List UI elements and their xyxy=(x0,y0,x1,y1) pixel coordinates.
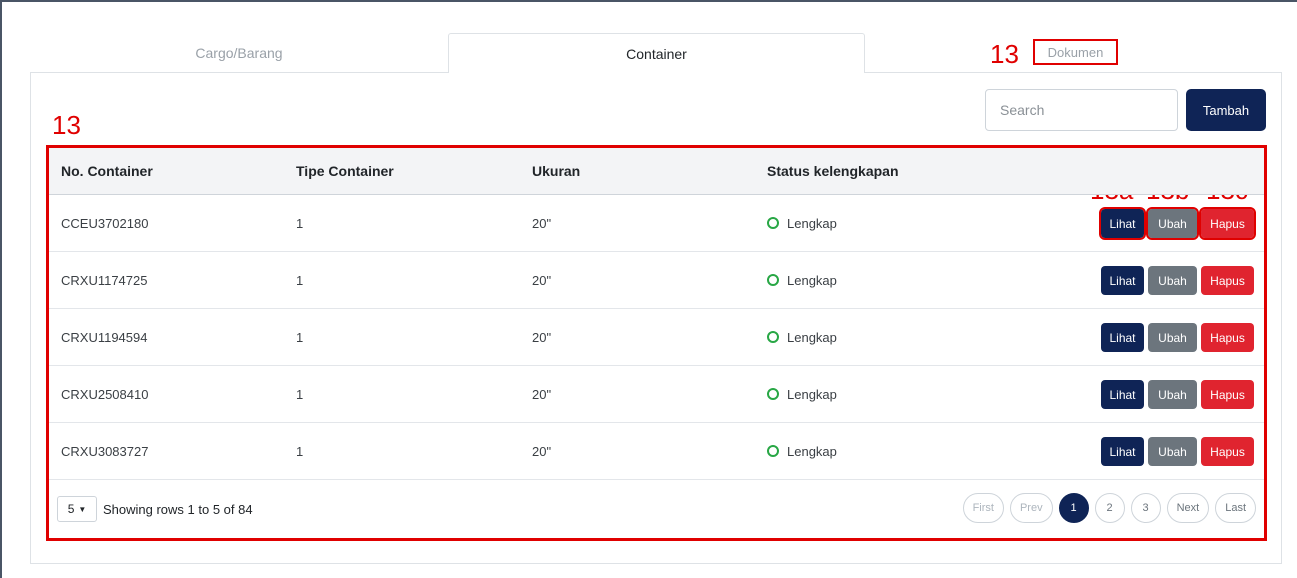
status-circle-icon xyxy=(767,331,779,343)
pagination-info: Showing rows 1 to 5 of 84 xyxy=(103,501,253,517)
edit-button[interactable]: Ubah xyxy=(1148,323,1197,352)
container-table: No. Container Tipe Container Ukuran Stat… xyxy=(46,145,1267,541)
container-size: 20" xyxy=(532,272,552,288)
pager-page-1[interactable]: 1 xyxy=(1058,493,1089,523)
tab-label: Cargo/Barang xyxy=(195,44,283,61)
status-text: Lengkap xyxy=(787,272,837,288)
page-size-select[interactable]: 5 ▼ xyxy=(57,496,97,522)
view-button[interactable]: Lihat xyxy=(1101,437,1144,466)
container-type: 1 xyxy=(296,329,304,345)
container-size: 20" xyxy=(532,329,552,345)
annotation-marker: 13 xyxy=(990,39,1019,69)
status-circle-icon xyxy=(767,274,779,286)
view-button[interactable]: Lihat xyxy=(1101,380,1144,409)
status-text: Lengkap xyxy=(787,443,837,459)
pager-next[interactable]: Next xyxy=(1166,493,1210,523)
container-number: CRXU3083727 xyxy=(61,443,149,459)
row-actions: Lihat Ubah Hapus xyxy=(1101,266,1254,295)
status-circle-icon xyxy=(767,445,779,457)
delete-button[interactable]: Hapus xyxy=(1201,437,1254,466)
status-cell: Lengkap xyxy=(767,309,837,365)
status-cell: Lengkap xyxy=(767,252,837,308)
table-row: CRXU1194594 1 20" Lengkap Lihat Ubah Hap… xyxy=(49,309,1264,366)
tab-dokumen-area: Dokumen xyxy=(865,33,1282,73)
container-type: 1 xyxy=(296,272,304,288)
container-number: CRXU1174725 xyxy=(61,272,148,288)
container-size: 20" xyxy=(532,215,552,231)
row-actions: Lihat Ubah Hapus xyxy=(1101,437,1254,466)
edit-button[interactable]: Ubah xyxy=(1148,266,1197,295)
container-number: CRXU2508410 xyxy=(61,386,149,402)
edit-button[interactable]: Ubah xyxy=(1148,380,1197,409)
status-circle-icon xyxy=(767,217,779,229)
caret-down-icon: ▼ xyxy=(78,504,87,514)
status-cell: Lengkap xyxy=(767,366,837,422)
container-type: 1 xyxy=(296,215,304,231)
container-type: 1 xyxy=(296,443,304,459)
tab-label: Dokumen xyxy=(1047,44,1104,60)
edit-button[interactable]: Ubah xyxy=(1146,207,1199,240)
status-cell: Lengkap xyxy=(767,423,837,479)
table-row: CRXU1174725 1 20" Lengkap Lihat Ubah Hap… xyxy=(49,252,1264,309)
container-number: CCEU3702180 xyxy=(61,215,149,231)
row-actions: Lihat Ubah Hapus xyxy=(1099,207,1256,240)
container-type: 1 xyxy=(296,386,304,402)
column-header[interactable]: No. Container xyxy=(61,148,153,194)
page-size-value: 5 xyxy=(67,502,75,516)
status-cell: Lengkap xyxy=(767,195,837,251)
row-actions: Lihat Ubah Hapus xyxy=(1101,380,1254,409)
delete-button[interactable]: Hapus xyxy=(1199,207,1256,240)
container-number: CRXU1194594 xyxy=(61,329,148,345)
pagination: First Prev 1 2 3 Next Last xyxy=(962,493,1256,523)
table-row: CRXU2508410 1 20" Lengkap Lihat Ubah Hap… xyxy=(49,366,1264,423)
tab-label: Container xyxy=(626,45,687,62)
table-header: No. Container Tipe Container Ukuran Stat… xyxy=(49,148,1264,195)
status-text: Lengkap xyxy=(787,329,837,345)
view-button[interactable]: Lihat xyxy=(1101,266,1144,295)
search-input[interactable] xyxy=(985,89,1178,131)
container-size: 20" xyxy=(532,386,552,402)
tab-cargo-barang[interactable]: Cargo/Barang xyxy=(30,33,448,73)
pager-last[interactable]: Last xyxy=(1215,493,1256,523)
status-circle-icon xyxy=(767,388,779,400)
container-size: 20" xyxy=(532,443,552,459)
add-button[interactable]: Tambah xyxy=(1186,89,1266,131)
delete-button[interactable]: Hapus xyxy=(1201,323,1254,352)
delete-button[interactable]: Hapus xyxy=(1201,266,1254,295)
table-row: CRXU3083727 1 20" Lengkap Lihat Ubah Hap… xyxy=(49,423,1264,480)
tab-dokumen[interactable]: Dokumen xyxy=(1033,39,1118,65)
annotation-marker: 13 xyxy=(52,110,81,140)
pager-page-3[interactable]: 3 xyxy=(1130,493,1161,523)
edit-button[interactable]: Ubah xyxy=(1148,437,1197,466)
column-header[interactable]: Ukuran xyxy=(532,148,580,194)
delete-button[interactable]: Hapus xyxy=(1201,380,1254,409)
table-row: CCEU3702180 1 20" Lengkap Lihat Ubah Hap… xyxy=(49,195,1264,252)
column-header[interactable]: Status kelengkapan xyxy=(767,148,899,194)
pager-page-2[interactable]: 2 xyxy=(1094,493,1125,523)
column-header[interactable]: Tipe Container xyxy=(296,148,394,194)
row-actions: Lihat Ubah Hapus xyxy=(1101,323,1254,352)
pager-prev[interactable]: Prev xyxy=(1009,493,1053,523)
view-button[interactable]: Lihat xyxy=(1099,207,1146,240)
status-text: Lengkap xyxy=(787,386,837,402)
view-button[interactable]: Lihat xyxy=(1101,323,1144,352)
tab-container[interactable]: Container xyxy=(448,33,865,73)
pager-first[interactable]: First xyxy=(962,493,1004,523)
table-footer: 5 ▼ Showing rows 1 to 5 of 84 First Prev… xyxy=(49,480,1264,538)
status-text: Lengkap xyxy=(787,215,837,231)
